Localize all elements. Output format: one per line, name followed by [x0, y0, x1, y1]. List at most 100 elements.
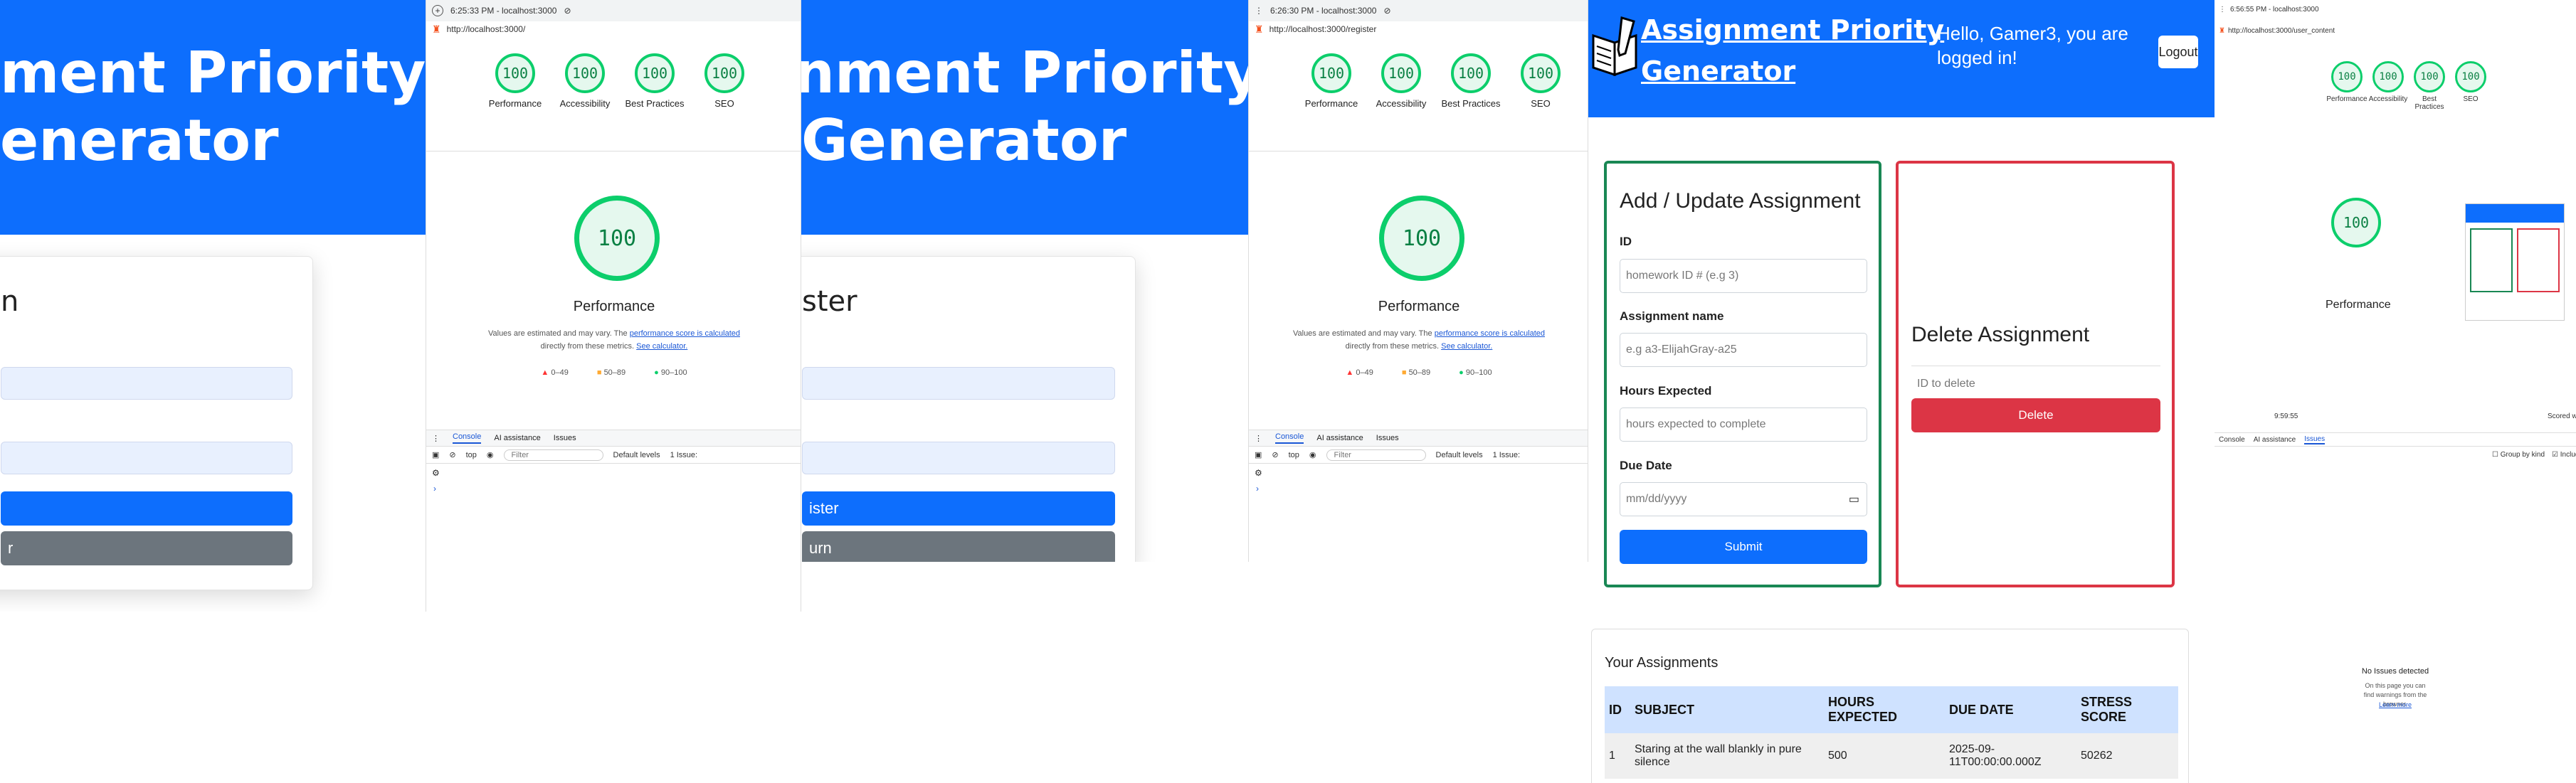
settings-icon[interactable]: ⚙ [1255, 468, 1262, 478]
assignment-name-input[interactable]: e.g a3-ElijahGray-a25 [1620, 333, 1867, 367]
block-icon[interactable]: ⊘ [1383, 6, 1390, 16]
group-by-kind-checkbox[interactable]: ☐ Group by kind [2492, 451, 2545, 459]
url-bar: ♜ http://localhost:3000/ [426, 21, 801, 37]
levels-select[interactable]: Default levels [613, 451, 660, 459]
delete-id-input[interactable]: ID to delete [1911, 368, 2160, 400]
score-gauge: 100 [1311, 53, 1351, 93]
drawer-menu-icon[interactable]: ⋮ [432, 434, 440, 443]
calendar-icon[interactable]: ▭ [1849, 492, 1859, 506]
score-seo[interactable]: 100 SEO [692, 53, 756, 110]
score-best-practices[interactable]: 100 Best Practices [1438, 53, 1504, 110]
login-username-input[interactable] [1, 367, 292, 400]
sidebar-icon[interactable]: ▣ [432, 450, 439, 459]
register-button[interactable]: ister [802, 491, 1115, 526]
learn-more-link[interactable]: Learn more [2215, 701, 2576, 708]
levels-select[interactable]: Default levels [1436, 451, 1483, 459]
score-accessibility[interactable]: 100 Accessibility [553, 53, 617, 110]
tab-issues[interactable]: Issues [2304, 435, 2326, 444]
report-time[interactable]: 6:56:55 PM - localhost:3000 [2230, 6, 2319, 14]
hours-input[interactable]: hours expected to complete [1620, 408, 1867, 442]
app-logo-line1[interactable]: Assignment Priority [1641, 13, 1944, 47]
filter-input[interactable]: Filter [1326, 449, 1426, 461]
tab-issues[interactable]: Issues [554, 434, 576, 442]
login-password-input[interactable] [1, 442, 292, 474]
score-performance[interactable]: 100 Performance [483, 53, 547, 110]
issues-count[interactable]: 1 Issue: [670, 451, 698, 459]
score-label: Performance [2326, 95, 2368, 103]
block-icon[interactable]: ⊘ [564, 6, 571, 16]
score-label: Performance [488, 98, 542, 109]
include-third-party-checkbox[interactable]: ☑ Include third [2552, 451, 2576, 459]
context-select[interactable]: top [466, 451, 477, 459]
eye-icon[interactable]: ◉ [1309, 450, 1316, 459]
score-best-practices[interactable]: 100 Best Practices [623, 53, 687, 110]
score-best-practices[interactable]: 100 Best Practices [2411, 61, 2448, 111]
tab-ai-assistance[interactable]: AI assistance [494, 434, 540, 442]
score-seo[interactable]: 100 SEO [2452, 61, 2489, 111]
score-performance[interactable]: 100 Performance [2326, 61, 2368, 111]
login-card: n r [0, 256, 313, 590]
submit-button[interactable]: Submit [1620, 530, 1867, 564]
settings-icon[interactable]: ⚙ [432, 468, 440, 478]
score-gauge: 100 [2414, 61, 2445, 92]
big-score-label: Performance [2326, 299, 2391, 311]
clear-icon[interactable]: ⊘ [449, 450, 455, 459]
calculator-link[interactable]: See calculator. [1441, 342, 1492, 351]
score-accessibility[interactable]: 100 Accessibility [1368, 53, 1434, 110]
menu-icon[interactable]: ⋮ [2219, 6, 2226, 14]
tab-console[interactable]: Console [2219, 436, 2245, 444]
due-date-input[interactable]: mm/dd/yyyy ▭ [1620, 482, 1867, 516]
assignments-title: Your Assignments [1605, 655, 1719, 671]
score-label: Best Practices [625, 98, 685, 109]
mini-url-bar: ♜ http://localhost:3000/user_content [2219, 27, 2335, 35]
id-input[interactable]: homework ID # (e.g 3) [1620, 259, 1867, 293]
hours-label: Hours Expected [1620, 384, 1712, 398]
console-prompt-icon[interactable]: › [1256, 484, 1259, 494]
col-id: ID [1605, 686, 1630, 733]
table-row[interactable]: 1 Staring at the wall blankly in pure si… [1605, 733, 2178, 779]
thumb-form [2470, 228, 2513, 292]
return-button[interactable]: urn [802, 531, 1115, 562]
context-select[interactable]: top [1289, 451, 1299, 459]
score-calc-link[interactable]: performance score is calculated [630, 329, 740, 338]
report-time[interactable]: 6:25:33 PM - localhost:3000 [450, 6, 556, 16]
tab-ai-assistance[interactable]: AI assistance [2254, 436, 2296, 444]
register-password-input[interactable] [802, 442, 1115, 474]
score-calc-link[interactable]: performance score is calculated [1435, 329, 1545, 338]
logout-button[interactable]: Logout [2158, 36, 2198, 68]
score-label: Best Practices [1441, 98, 1501, 109]
console-prompt-icon[interactable]: › [433, 484, 436, 494]
tab-console[interactable]: Console [453, 432, 482, 444]
sidebar-icon[interactable]: ▣ [1255, 450, 1262, 459]
register-username-input[interactable] [802, 367, 1115, 400]
legend-average-label: 50–89 [603, 368, 626, 377]
book-logo-svg [1592, 16, 1637, 77]
console-toolbar: ▣ ⊘ top ◉ Filter Default levels 1 Issue: [426, 447, 801, 464]
app-logo-line2[interactable]: Generator [1641, 54, 1795, 88]
tab-issues[interactable]: Issues [1376, 434, 1399, 442]
issues-count[interactable]: 1 Issue: [1493, 451, 1521, 459]
eye-icon[interactable]: ◉ [487, 450, 494, 459]
calculator-link[interactable]: See calculator. [636, 342, 687, 351]
thumb-delete [2517, 228, 2560, 292]
score-accessibility[interactable]: 100 Accessibility [2369, 61, 2407, 111]
add-icon[interactable]: + [432, 5, 443, 16]
drawer-tabs: ⋮ Console AI assistance Issues [1249, 430, 1588, 447]
login-title-line1: ment Priority [0, 40, 426, 106]
scored-with-text: Scored wi [2548, 412, 2576, 420]
greeting-text: Hello, Gamer3, you are logged in! [1937, 23, 2128, 68]
drawer-menu-icon[interactable]: ⋮ [1255, 434, 1262, 443]
report-time[interactable]: 6:26:30 PM - localhost:3000 [1270, 6, 1376, 16]
menu-icon[interactable]: ⋮ [1255, 6, 1263, 16]
score-seo[interactable]: 100 SEO [1508, 53, 1573, 110]
register-link-button[interactable]: r [1, 531, 292, 565]
clear-icon[interactable]: ⊘ [1272, 450, 1278, 459]
legend-pass: ● 90–100 [654, 368, 687, 377]
tab-ai-assistance[interactable]: AI assistance [1316, 434, 1363, 442]
cell-subject: Staring at the wall blankly in pure sile… [1630, 733, 1824, 779]
login-button[interactable] [1, 491, 292, 526]
tab-console[interactable]: Console [1275, 432, 1304, 444]
score-performance[interactable]: 100 Performance [1299, 53, 1364, 110]
delete-button[interactable]: Delete [1911, 398, 2160, 432]
filter-input[interactable]: Filter [503, 449, 603, 461]
